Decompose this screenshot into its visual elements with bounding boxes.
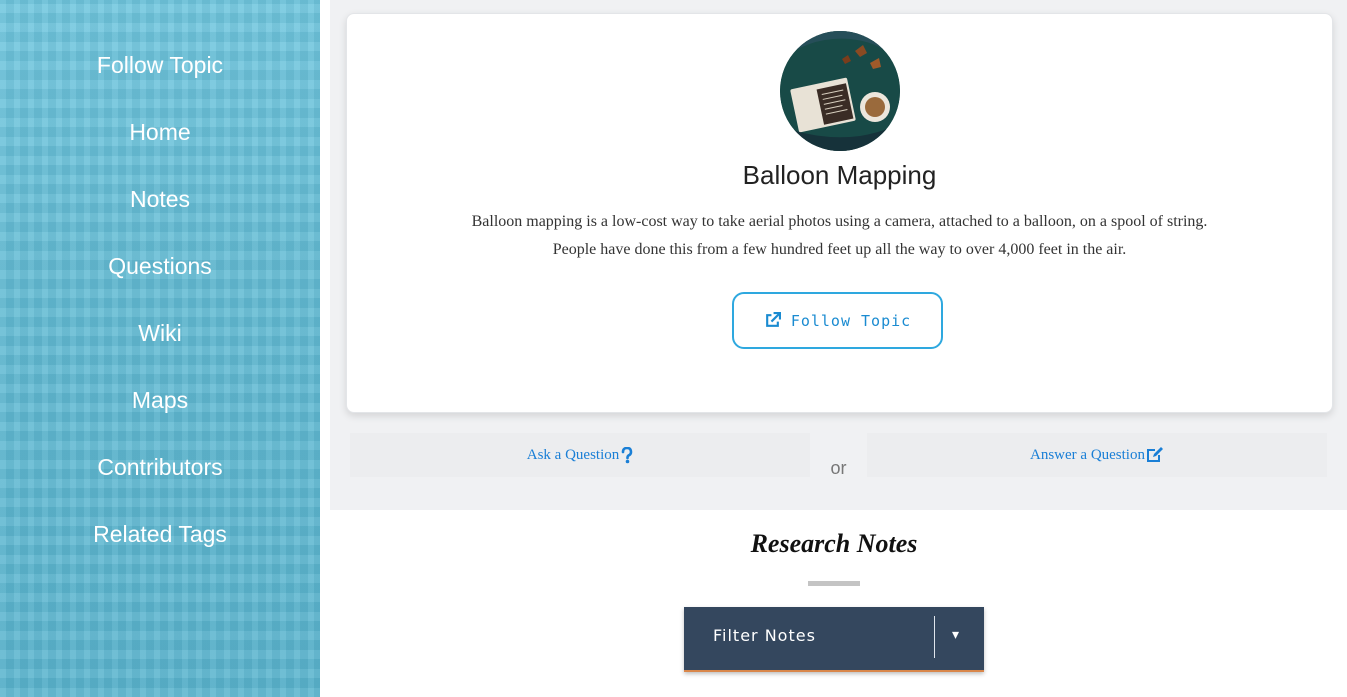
- topic-description-line-2: People have done this from a few hundred…: [552, 241, 1127, 258]
- topic-description: Balloon mapping is a low-cost way to tak…: [407, 208, 1272, 264]
- sidebar: Follow Topic Home Notes Questions Wiki M…: [0, 0, 320, 697]
- sidebar-item-wiki[interactable]: Wiki: [0, 318, 320, 348]
- filter-divider: [934, 616, 935, 658]
- answer-question-label: Answer a Question: [1030, 446, 1145, 463]
- sidebar-item-home[interactable]: Home: [0, 117, 320, 147]
- sidebar-item-notes[interactable]: Notes: [0, 184, 320, 214]
- sidebar-item-questions[interactable]: Questions: [0, 251, 320, 281]
- topic-title: Balloon Mapping: [742, 160, 937, 190]
- answer-question-link[interactable]: Answer a Question: [867, 433, 1327, 477]
- or-separator: or: [830, 458, 847, 478]
- topic-image: [780, 31, 900, 151]
- topic-description-line-1: Balloon mapping is a low-cost way to tak…: [471, 213, 1208, 230]
- external-link-icon: [765, 312, 781, 327]
- sidebar-item-related-tags[interactable]: Related Tags: [0, 519, 320, 549]
- follow-topic-button[interactable]: Follow Topic: [732, 292, 943, 349]
- chevron-down-icon: ▾: [952, 627, 960, 643]
- topic-avatar: [780, 31, 900, 151]
- ask-question-link[interactable]: Ask a Question: [350, 433, 810, 477]
- sidebar-item-contributors[interactable]: Contributors: [0, 452, 320, 482]
- topic-card: Balloon Mapping Balloon mapping is a low…: [346, 13, 1333, 413]
- filter-notes-dropdown[interactable]: Filter Notes ▾: [684, 607, 984, 672]
- edit-icon: [1146, 447, 1163, 462]
- ask-question-label: Ask a Question: [526, 446, 620, 463]
- follow-topic-label: Follow Topic: [790, 311, 912, 330]
- sidebar-item-follow-topic[interactable]: Follow Topic: [0, 50, 320, 80]
- sidebar-item-maps[interactable]: Maps: [0, 385, 320, 415]
- filter-notes-label: Filter Notes: [713, 626, 816, 645]
- title-underline: [808, 581, 860, 586]
- research-notes-title: Research Notes: [750, 529, 918, 558]
- question-icon: [621, 446, 633, 463]
